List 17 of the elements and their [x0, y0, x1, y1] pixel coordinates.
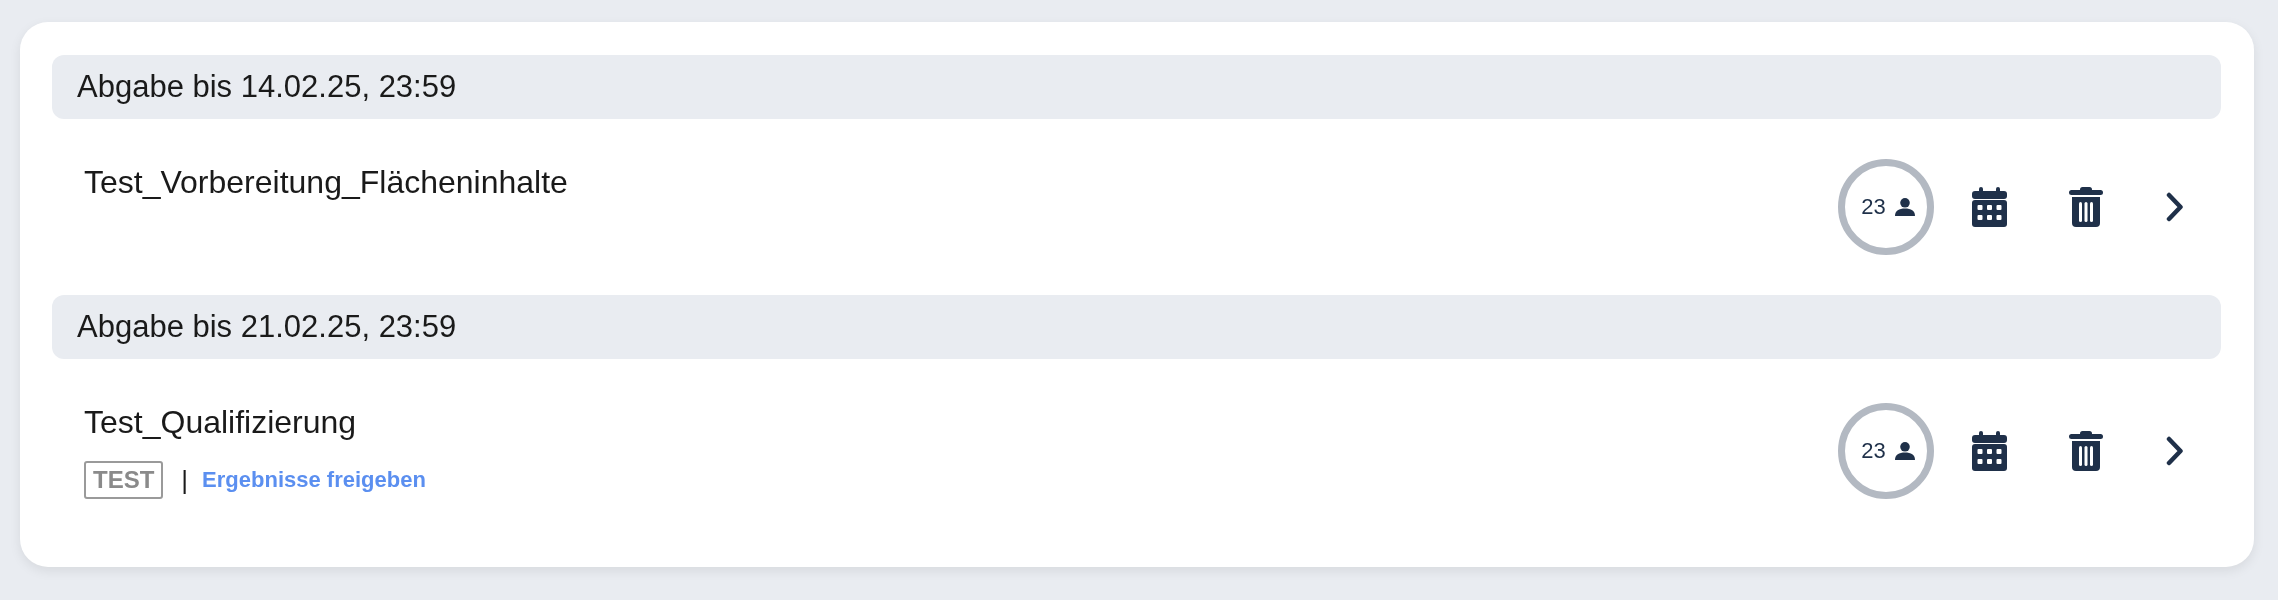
trash-icon — [2069, 431, 2103, 471]
participant-count: 23 — [1861, 194, 1886, 220]
deadline-header: Abgabe bis 14.02.25, 23:59 — [52, 55, 2221, 119]
calendar-icon — [1971, 187, 2007, 227]
trash-icon — [2069, 187, 2103, 227]
calendar-icon — [1971, 431, 2007, 471]
person-icon — [1894, 198, 1915, 216]
assignment-title: Test_Qualifizierung — [84, 404, 358, 440]
type-tag: TEST — [84, 461, 164, 499]
chevron-right-icon — [2166, 192, 2184, 222]
release-results-link[interactable]: Ergebnisse freigeben — [202, 467, 426, 493]
participant-count: 23 — [1861, 438, 1886, 464]
chevron-right-icon — [2166, 436, 2184, 466]
deadline-header: Abgabe bis 21.02.25, 23:59 — [52, 295, 2221, 359]
assignment-title: Test_Vorbereitung_Flächeninhalte — [84, 164, 569, 200]
person-icon — [1894, 442, 1915, 460]
separator-text: | — [181, 464, 189, 496]
